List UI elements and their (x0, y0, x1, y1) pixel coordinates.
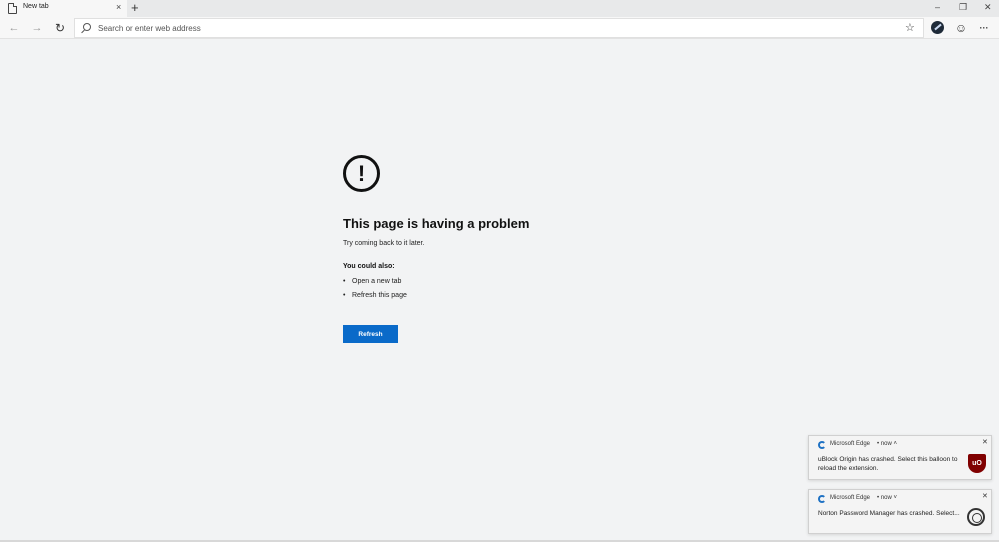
notification-message: uBlock Origin has crashed. Select this b… (818, 456, 958, 472)
norton-crash-notification[interactable]: Microsoft Edge • now ˅ ✕ Norton Password… (808, 489, 992, 534)
favorite-star-icon[interactable]: ☆ (905, 21, 915, 35)
notification-time[interactable]: • now ˄ (877, 441, 897, 447)
notification-close-button[interactable]: ✕ (982, 438, 988, 446)
toolbar: ← → ↻ ☆ ☺ ··· (0, 17, 999, 39)
option-open-new-tab: Open a new tab (343, 276, 673, 290)
notification-app-name: Microsoft Edge (830, 441, 871, 447)
new-tab-button[interactable]: + (131, 0, 139, 16)
address-input[interactable] (98, 21, 878, 36)
error-subtitle: Try coming back to it later. (343, 240, 425, 247)
page-icon (8, 3, 17, 14)
notification-close-button[interactable]: ✕ (982, 492, 988, 500)
edge-icon (818, 441, 826, 449)
ublock-crash-notification[interactable]: Microsoft Edge • now ˄ ✕ uBlock Origin h… (808, 435, 992, 480)
notification-time[interactable]: • now ˅ (877, 495, 897, 501)
close-window-button[interactable]: ✕ (984, 1, 992, 14)
forward-button[interactable]: → (29, 20, 45, 36)
more-menu-button[interactable]: ··· (976, 20, 992, 36)
minimize-button[interactable]: – (935, 1, 940, 14)
tab-title: New tab (23, 3, 49, 10)
tab-new-tab[interactable]: New tab × (0, 0, 127, 17)
refresh-button[interactable]: Refresh (343, 325, 398, 343)
profile-avatar[interactable] (931, 21, 944, 34)
tab-strip: New tab × + – ❐ ✕ (0, 0, 999, 17)
options-list: Open a new tab Refresh this page (343, 276, 673, 304)
also-heading: You could also: (343, 263, 395, 270)
feedback-smiley-icon[interactable]: ☺ (953, 20, 969, 36)
notification-message: Norton Password Manager has crashed. Sel… (818, 510, 960, 517)
warning-icon: ! (343, 155, 380, 192)
ublock-origin-icon: uO (968, 454, 986, 473)
error-title: This page is having a problem (343, 216, 530, 231)
error-panel: ! This page is having a problem Try comi… (343, 155, 673, 343)
back-button[interactable]: ← (6, 20, 22, 36)
norton-icon (967, 508, 985, 526)
refresh-icon-button[interactable]: ↻ (52, 20, 68, 36)
tab-close-button[interactable]: × (116, 2, 121, 13)
notification-app-name: Microsoft Edge (830, 495, 871, 501)
edge-icon (818, 495, 826, 503)
address-bar[interactable]: ☆ (74, 18, 924, 38)
restore-button[interactable]: ❐ (959, 1, 967, 14)
option-refresh-page: Refresh this page (343, 290, 673, 304)
search-icon (83, 23, 91, 31)
